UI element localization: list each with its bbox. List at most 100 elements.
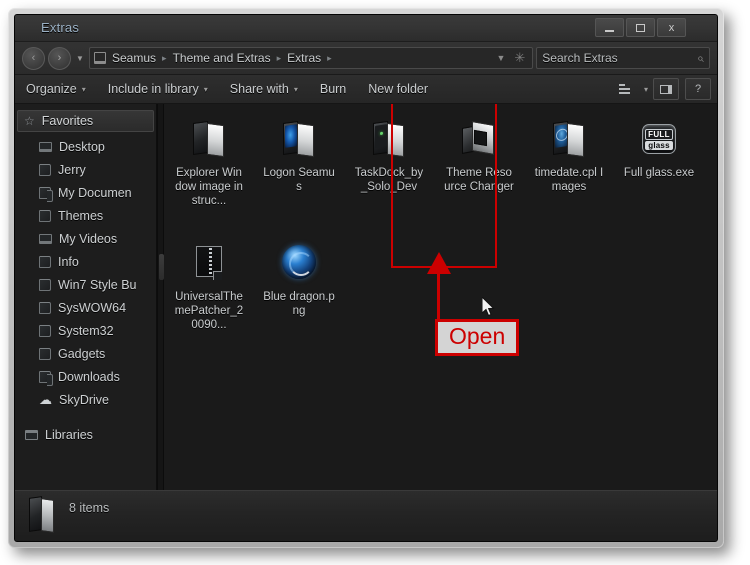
icon-wrap: [546, 120, 592, 160]
forward-icon: ›: [57, 52, 62, 64]
title-bar: Extras x: [15, 15, 717, 42]
folder-icon: [39, 209, 51, 222]
file-item-taskdock-by-solo-dev[interactable]: TaskDock_by_Solo_Dev: [350, 114, 428, 234]
minimize-button[interactable]: [595, 18, 624, 37]
sidebar-item-desktop[interactable]: Desktop: [15, 135, 156, 158]
file-name: Explorer Window image instruc...: [175, 167, 243, 207]
sidebar-label: System32: [58, 323, 114, 338]
folder-open-icon: [39, 186, 53, 202]
breadcrumb-separator-trailing[interactable]: ▸: [327, 53, 332, 64]
organize-label: Organize: [26, 82, 77, 96]
close-icon: x: [668, 21, 675, 34]
monitor-icon: [39, 141, 52, 152]
folder-open-icon: [39, 370, 53, 386]
file-item-full-glass-exe[interactable]: FULL glass Full glass.exe: [620, 114, 698, 234]
breadcrumb-separator: ▸: [276, 52, 282, 63]
search-box[interactable]: ⌕: [536, 47, 710, 69]
back-icon: ‹: [31, 52, 36, 64]
sidebar-item-info[interactable]: Info: [15, 250, 156, 273]
icon-wrap: FULL glass: [636, 120, 682, 160]
sidebar-label: Libraries: [45, 427, 93, 442]
sidebar-item-my-documents[interactable]: My Documen: [15, 181, 156, 204]
chevron-down-icon: ▾: [203, 84, 208, 94]
file-name: timedate.cpl Images: [534, 167, 604, 193]
refresh-icon[interactable]: ✳: [514, 50, 525, 66]
icon-wrap: [276, 120, 322, 160]
sidebar-item-favorites[interactable]: ☆ Favorites: [17, 110, 154, 132]
file-item-logon-seamus[interactable]: Logon Seamus: [260, 114, 338, 234]
chevron-down-icon[interactable]: ▼: [496, 53, 505, 63]
help-button[interactable]: ?: [685, 78, 711, 100]
sidebar-label: Favorites: [41, 114, 94, 128]
back-button[interactable]: ‹: [22, 46, 45, 70]
maximize-button[interactable]: [626, 18, 655, 37]
file-item-universal-theme-patcher[interactable]: UniversalThemePatcher_20090...: [170, 238, 248, 358]
icon-wrap: [186, 120, 232, 160]
file-name: Blue dragon.png: [263, 291, 335, 317]
sidebar-label: Info: [58, 254, 79, 269]
breadcrumb-item-theme-and-extras[interactable]: Theme and Extras: [173, 51, 271, 65]
maximize-icon: [636, 23, 645, 32]
icon-wrap: [186, 244, 232, 284]
new-folder-button[interactable]: New folder: [357, 75, 439, 103]
sidebar-item-downloads[interactable]: Downloads: [15, 365, 156, 388]
search-icon: ⌕: [697, 50, 704, 65]
forward-button[interactable]: ›: [48, 46, 71, 70]
chevron-down-icon: ▾: [293, 84, 298, 94]
folder-icon: [39, 347, 51, 360]
window-frame: Extras x ‹ › ▼ Seamus ▸ Theme and Extras…: [8, 8, 724, 548]
navigation-pane-scrollbar[interactable]: [157, 104, 164, 490]
address-bar[interactable]: Seamus ▸ Theme and Extras ▸ Extras ▸ ▼ ✳: [89, 47, 534, 69]
folder-icon: [39, 324, 51, 337]
sidebar-item-themes[interactable]: Themes: [15, 204, 156, 227]
burn-label: Burn: [319, 82, 347, 96]
file-list-pane[interactable]: Explorer Window image instruc... Logon S…: [164, 104, 717, 490]
sidebar-item-system32[interactable]: System32: [15, 319, 156, 342]
command-toolbar: Organize ▾ Include in library ▾ Share wi…: [15, 75, 717, 104]
sidebar-label: Gadgets: [58, 346, 106, 361]
include-in-library-button[interactable]: Include in library ▾: [97, 75, 219, 103]
burn-button[interactable]: Burn: [309, 75, 357, 103]
full-glass-icon-bottom-text: glass: [645, 140, 673, 150]
sidebar-item-syswow64[interactable]: SysWOW64: [15, 296, 156, 319]
file-name: TaskDock_by_Solo_Dev: [354, 167, 424, 193]
monitor-icon: [39, 233, 52, 244]
navigation-pane[interactable]: ☆ Favorites Desktop Jerry My Documen The…: [15, 104, 157, 490]
sidebar-label: Desktop: [59, 139, 105, 154]
close-button[interactable]: x: [657, 18, 686, 37]
folder-icon: [39, 163, 51, 176]
content-area: ☆ Favorites Desktop Jerry My Documen The…: [15, 104, 717, 490]
address-bar-row: ‹ › ▼ Seamus ▸ Theme and Extras ▸ Extras…: [15, 42, 717, 75]
breadcrumb-item-seamus[interactable]: Seamus: [112, 51, 156, 65]
sidebar-item-my-videos[interactable]: My Videos: [15, 227, 156, 250]
sidebar-label: Jerry: [58, 162, 86, 177]
sidebar-item-win7-style-builder[interactable]: Win7 Style Bu: [15, 273, 156, 296]
chevron-down-icon: ▾: [643, 84, 648, 94]
sidebar-item-gadgets[interactable]: Gadgets: [15, 342, 156, 365]
blue-dragon-image-icon: [282, 245, 316, 279]
file-item-timedate-cpl-images[interactable]: timedate.cpl Images: [530, 114, 608, 234]
change-view-button[interactable]: [609, 78, 639, 100]
full-glass-icon-top-text: FULL: [645, 128, 673, 140]
sidebar-item-libraries[interactable]: Libraries: [15, 423, 156, 446]
sidebar-item-jerry[interactable]: Jerry: [15, 158, 156, 181]
file-item-blue-dragon-png[interactable]: Blue dragon.png: [260, 238, 338, 358]
annotation-arrowhead-icon: [427, 252, 451, 274]
breadcrumb-item-extras[interactable]: Extras: [287, 51, 321, 65]
sidebar-item-skydrive[interactable]: ☁ SkyDrive: [15, 388, 156, 411]
minimize-icon: [605, 30, 614, 32]
new-folder-label: New folder: [368, 82, 429, 96]
search-input[interactable]: [542, 51, 698, 65]
file-item-explorer-window-image-instructions[interactable]: Explorer Window image instruc...: [170, 114, 248, 234]
file-item-theme-resource-changer[interactable]: Theme Resource Changer: [440, 114, 518, 234]
window-title: Extras: [41, 20, 80, 35]
recent-pages-button[interactable]: ▼: [74, 54, 86, 63]
view-dropdown-button[interactable]: ▾: [639, 78, 653, 100]
preview-pane-button[interactable]: [653, 78, 679, 100]
folder-icon: [39, 278, 51, 291]
help-icon: ?: [694, 83, 702, 95]
organize-button[interactable]: Organize ▾: [15, 75, 97, 103]
folder-book-globe-icon: [553, 120, 585, 158]
share-with-button[interactable]: Share with ▾: [219, 75, 309, 103]
